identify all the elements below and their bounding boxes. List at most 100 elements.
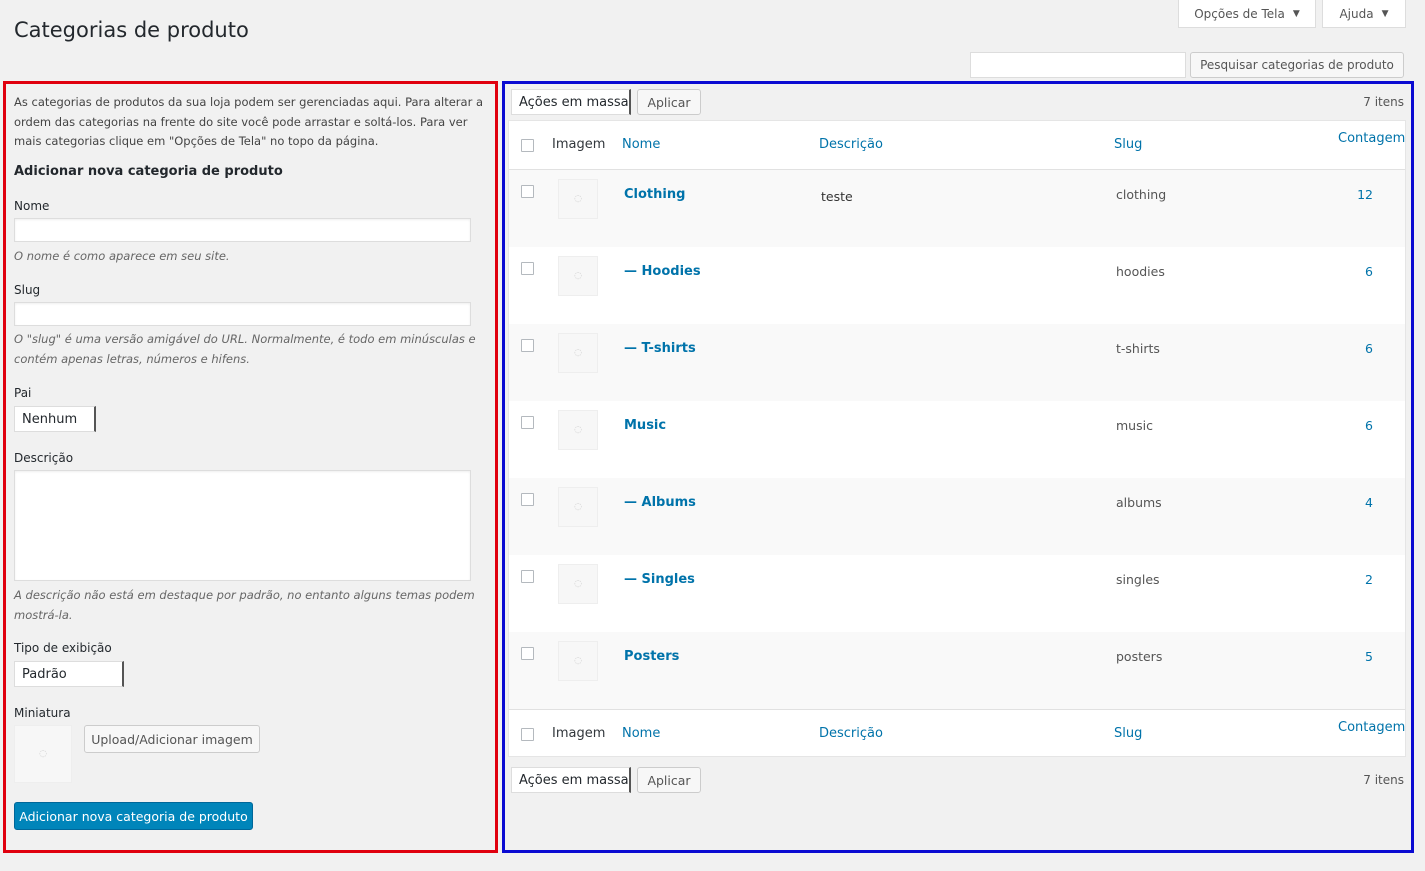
- slug-label: Slug: [14, 283, 41, 297]
- name-hint: O nome é como aparece em seu site.: [14, 249, 230, 263]
- apply-button-bottom[interactable]: Aplicar: [637, 767, 701, 793]
- row-thumbnail: ◌: [558, 179, 598, 219]
- image-placeholder-icon: ◌: [574, 271, 582, 281]
- image-placeholder-icon: ◌: [574, 656, 582, 666]
- search-input[interactable]: [970, 52, 1186, 78]
- table-row: ◌ Music music 6: [509, 401, 1405, 478]
- category-count-link[interactable]: 5: [1349, 649, 1373, 664]
- bulk-actions-value-top: Ações em massa: [519, 94, 629, 110]
- name-label: Nome: [14, 199, 50, 213]
- caret-down-icon: ▼: [1292, 8, 1300, 19]
- row-checkbox[interactable]: [521, 493, 534, 506]
- category-name-link[interactable]: — Singles: [624, 572, 695, 587]
- apply-button-top[interactable]: Aplicar: [637, 89, 701, 115]
- row-thumbnail: ◌: [558, 487, 598, 527]
- category-name-link[interactable]: — Hoodies: [624, 264, 701, 279]
- column-slug-header[interactable]: Slug: [1114, 137, 1142, 152]
- select-all-checkbox-footer[interactable]: [521, 728, 534, 741]
- category-slug: posters: [1116, 649, 1163, 664]
- table-row: ◌ — Singles singles 2: [509, 555, 1405, 632]
- image-placeholder-icon: ◌: [574, 194, 582, 204]
- category-slug: singles: [1116, 572, 1160, 587]
- upload-image-button[interactable]: Upload/Adicionar imagem: [84, 725, 260, 753]
- table-row: ◌ — Albums albums 4: [509, 478, 1405, 555]
- description-field[interactable]: [14, 470, 471, 581]
- table-header-row: Imagem Nome Descrição Slug Contagem: [509, 121, 1405, 169]
- search-categories-button[interactable]: Pesquisar categorias de produto: [1190, 52, 1404, 78]
- category-count-link[interactable]: 2: [1349, 572, 1373, 587]
- name-field[interactable]: [14, 218, 471, 242]
- category-name-link[interactable]: Music: [624, 418, 666, 433]
- add-category-submit-button[interactable]: Adicionar nova categoria de produto: [14, 802, 253, 830]
- row-thumbnail: ◌: [558, 564, 598, 604]
- category-name-link[interactable]: Posters: [624, 649, 679, 664]
- row-checkbox[interactable]: [521, 570, 534, 583]
- column-description-header[interactable]: Descrição: [819, 137, 883, 152]
- column-image-header: Imagem: [552, 137, 606, 152]
- image-placeholder-icon: ◌: [574, 425, 582, 435]
- category-count-link[interactable]: 12: [1349, 187, 1373, 202]
- category-count-link[interactable]: 6: [1349, 418, 1373, 433]
- bulk-actions-select-bottom[interactable]: Ações em massa: [511, 767, 631, 793]
- category-count-link[interactable]: 6: [1349, 341, 1373, 356]
- column-name-footer[interactable]: Nome: [622, 726, 660, 741]
- column-slug-footer[interactable]: Slug: [1114, 726, 1142, 741]
- categories-table: Imagem Nome Descrição Slug Contagem ◌ Cl…: [508, 120, 1406, 757]
- column-count-footer[interactable]: Contagem: [1338, 720, 1405, 735]
- caret-down-icon: ▼: [1381, 8, 1389, 19]
- help-button[interactable]: Ajuda ▼: [1322, 0, 1406, 28]
- display-type-select[interactable]: Padrão: [14, 661, 124, 687]
- category-name-link[interactable]: Clothing: [624, 187, 685, 202]
- category-count-link[interactable]: 4: [1349, 495, 1373, 510]
- items-count-bottom: 7 itens: [1363, 773, 1404, 787]
- image-placeholder-icon: ◌: [574, 348, 582, 358]
- row-thumbnail: ◌: [558, 333, 598, 373]
- form-heading: Adicionar nova categoria de produto: [14, 164, 283, 179]
- column-image-footer: Imagem: [552, 726, 606, 741]
- select-all-checkbox[interactable]: [521, 139, 534, 152]
- display-type-value: Padrão: [22, 666, 67, 682]
- row-checkbox[interactable]: [521, 647, 534, 660]
- row-checkbox[interactable]: [521, 416, 534, 429]
- thumbnail-placeholder: ◌: [14, 725, 72, 783]
- items-count-top: 7 itens: [1363, 95, 1404, 109]
- bulk-actions-select-top[interactable]: Ações em massa: [511, 89, 631, 115]
- category-slug: albums: [1116, 495, 1162, 510]
- screen-options-label: Opções de Tela: [1194, 6, 1285, 21]
- category-name-link[interactable]: — Albums: [624, 495, 696, 510]
- category-count-link[interactable]: 6: [1349, 264, 1373, 279]
- column-count-header[interactable]: Contagem: [1338, 131, 1405, 146]
- row-checkbox[interactable]: [521, 339, 534, 352]
- column-name-header[interactable]: Nome: [622, 137, 660, 152]
- row-thumbnail: ◌: [558, 256, 598, 296]
- description-label: Descrição: [14, 451, 74, 465]
- help-label: Ajuda: [1339, 6, 1374, 21]
- category-slug: clothing: [1116, 187, 1167, 202]
- table-row: ◌ Posters posters 5: [509, 632, 1405, 709]
- table-row: ◌ — T-shirts t-shirts 6: [509, 324, 1405, 401]
- parent-label: Pai: [14, 386, 32, 400]
- category-slug: t-shirts: [1116, 341, 1160, 356]
- row-checkbox[interactable]: [521, 185, 534, 198]
- thumbnail-label: Miniatura: [14, 706, 71, 720]
- intro-text: As categorias de produtos da sua loja po…: [14, 95, 484, 148]
- slug-hint: O "slug" é uma versão amigável do URL. N…: [14, 332, 476, 366]
- column-description-footer[interactable]: Descrição: [819, 726, 883, 741]
- display-type-label: Tipo de exibição: [14, 641, 112, 655]
- parent-select[interactable]: Nenhum: [14, 406, 96, 432]
- category-description: teste: [821, 189, 853, 204]
- category-slug: hoodies: [1116, 264, 1165, 279]
- screen-options-button[interactable]: Opções de Tela ▼: [1178, 0, 1316, 28]
- slug-field[interactable]: [14, 302, 471, 326]
- row-thumbnail: ◌: [558, 641, 598, 681]
- parent-select-value: Nenhum: [22, 411, 78, 427]
- table-row: ◌ Clothing teste clothing 12: [509, 170, 1405, 247]
- category-name-link[interactable]: — T-shirts: [624, 341, 696, 356]
- row-thumbnail: ◌: [558, 410, 598, 450]
- row-checkbox[interactable]: [521, 262, 534, 275]
- image-placeholder-icon: ◌: [39, 749, 47, 759]
- image-placeholder-icon: ◌: [574, 579, 582, 589]
- image-placeholder-icon: ◌: [574, 502, 582, 512]
- table-row: ◌ — Hoodies hoodies 6: [509, 247, 1405, 324]
- category-slug: music: [1116, 418, 1153, 433]
